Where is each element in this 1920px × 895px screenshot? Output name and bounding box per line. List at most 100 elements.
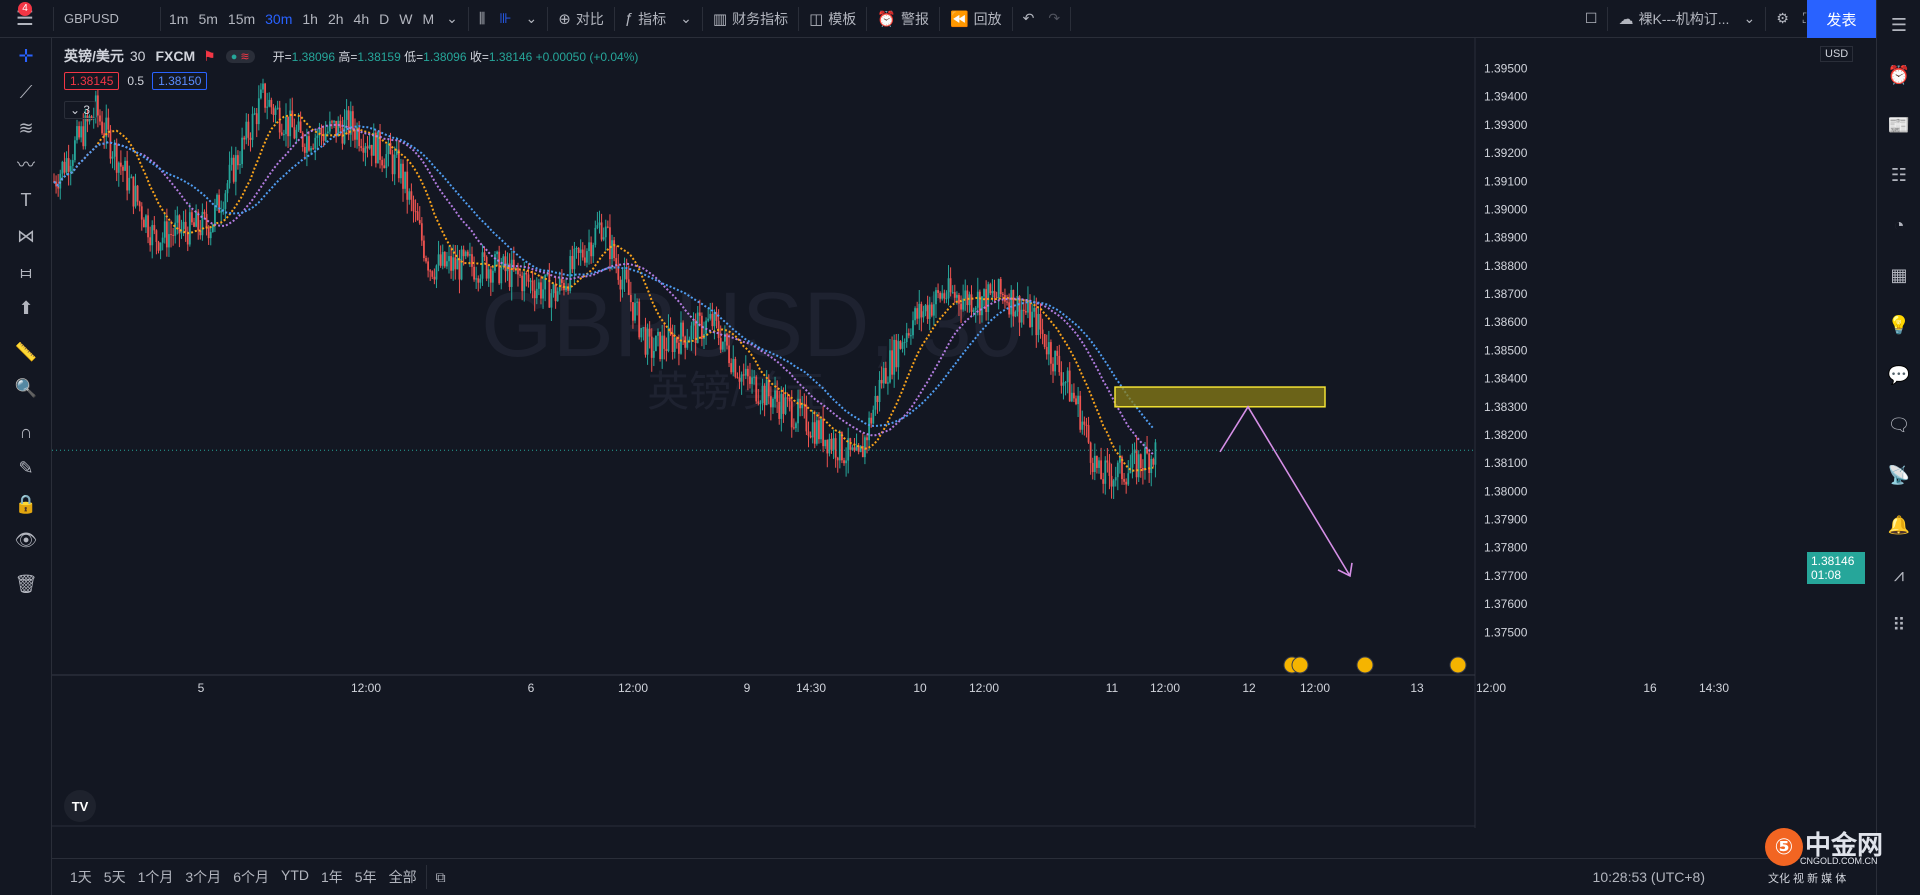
fib-icon[interactable]: ≋	[0, 110, 52, 146]
undo-icon[interactable]: ↶	[1016, 0, 1042, 38]
candles-icon[interactable]: ⊪	[492, 0, 518, 38]
chevron-down-icon[interactable]: ⌄	[439, 0, 465, 38]
chat-rooms-icon[interactable]: 🗨	[1877, 400, 1920, 450]
gbp-event-icon[interactable]	[1356, 656, 1374, 674]
candle-body	[272, 107, 275, 115]
chat-icon[interactable]: 💬	[1877, 350, 1920, 400]
replay-label: 回放	[973, 10, 1002, 27]
range-8[interactable]: 全部	[383, 867, 423, 887]
zoom-icon[interactable]: 🔍	[0, 370, 52, 406]
low-value: 1.38096	[423, 49, 467, 64]
financials-button[interactable]: ▥ 财务指标	[706, 0, 795, 38]
interval-1m[interactable]: 1m	[164, 0, 193, 38]
indicators-toggle[interactable]: ⌄ 3	[64, 101, 97, 119]
date-range-icon[interactable]: ⧉	[430, 869, 452, 886]
magnet-icon[interactable]: ∩	[0, 414, 52, 450]
menu-icon[interactable]: ☰ 4	[0, 0, 50, 38]
usd-event-icon[interactable]	[1449, 656, 1467, 674]
alarm-icon: ⏰	[877, 10, 896, 28]
interval-W[interactable]: W	[394, 0, 417, 38]
alert-button[interactable]: ⏰ 警报	[870, 0, 936, 38]
indicators-button[interactable]: ƒ 指标	[618, 0, 673, 38]
range-3[interactable]: 3个月	[179, 867, 227, 887]
usd-event-icon[interactable]	[1291, 656, 1309, 674]
brush-icon[interactable]: 〰	[0, 146, 52, 182]
range-1[interactable]: 5天	[98, 867, 132, 887]
list-icon[interactable]: ☷	[1877, 150, 1920, 200]
candle-body	[523, 272, 526, 292]
chevron-down-icon[interactable]: ⌄	[673, 0, 699, 38]
prediction-icon[interactable]: ⧦	[0, 254, 52, 290]
range-4[interactable]: 6个月	[227, 867, 275, 887]
candle-body	[446, 261, 448, 267]
pattern-icon[interactable]: ⋈	[0, 218, 52, 254]
interval-1h[interactable]: 1h	[297, 0, 323, 38]
candle-body	[665, 348, 668, 351]
news-icon[interactable]: 📰	[1877, 100, 1920, 150]
arrow-up-icon[interactable]: ⬆	[0, 290, 52, 326]
range-0[interactable]: 1天	[64, 867, 98, 887]
interval-2h[interactable]: 2h	[323, 0, 349, 38]
interval-M[interactable]: M	[417, 0, 439, 38]
templates-button[interactable]: ◫ 模板	[802, 0, 863, 38]
alarm-clock-icon[interactable]: ⏰	[1877, 50, 1920, 100]
interval-15m[interactable]: 15m	[223, 0, 260, 38]
clock[interactable]: 10:28:53 (UTC+8)	[1587, 869, 1711, 885]
gear-icon[interactable]: ⚙	[1769, 0, 1796, 38]
symbol-search[interactable]: GBPUSD	[57, 0, 157, 38]
replay-button[interactable]: ⏪ 回放	[943, 0, 1009, 38]
compare-button[interactable]: ⊕ 对比	[551, 0, 611, 38]
candle-body	[815, 420, 818, 444]
interval-D[interactable]: D	[374, 0, 394, 38]
market-status-icon[interactable]: ● ≋	[225, 49, 255, 63]
calendar-icon[interactable]: ▦	[1877, 250, 1920, 300]
watchlist-icon[interactable]: ☰	[1877, 0, 1920, 50]
pie-icon[interactable]: ◔	[1877, 200, 1920, 250]
chevron-down-icon[interactable]: ⌄	[519, 0, 545, 38]
chevron-down-icon[interactable]: ⌄	[1736, 0, 1762, 38]
candle-body	[498, 251, 501, 284]
current-price: 1.38146	[1811, 554, 1855, 568]
crosshair-icon[interactable]: ✛	[0, 38, 52, 74]
layout-name[interactable]: ☁ 裸K---机构订...	[1611, 0, 1736, 38]
projection-arrow[interactable]	[1219, 405, 1351, 577]
layout-square-icon[interactable]: ☐	[1578, 0, 1605, 38]
currency-selector[interactable]: USD	[1820, 46, 1854, 62]
tradingview-logo-icon[interactable]: TV	[64, 790, 96, 822]
candle-body	[1089, 442, 1092, 463]
candle-body	[1100, 460, 1102, 480]
candle-body	[805, 404, 808, 432]
range-6[interactable]: 1年	[315, 867, 349, 887]
candle-body	[945, 298, 948, 300]
buy-price[interactable]: 1.38150	[152, 72, 208, 90]
resistance-zone[interactable]	[1114, 386, 1326, 408]
ruler-icon[interactable]: 📏	[0, 334, 52, 370]
interval-5m[interactable]: 5m	[193, 0, 222, 38]
symbol-title[interactable]: 英镑/美元	[64, 46, 124, 66]
sell-price[interactable]: 1.38145	[64, 72, 120, 90]
bar-style-icon[interactable]: ⫼	[472, 0, 492, 38]
redo-icon[interactable]: ↷	[1041, 0, 1067, 38]
text-icon[interactable]: T	[0, 182, 52, 218]
candle-body	[1085, 424, 1088, 426]
bell-icon[interactable]: 🔔	[1877, 500, 1920, 550]
trend-line-icon[interactable]: ⟋	[0, 74, 52, 110]
interval-30m[interactable]: 30m	[260, 0, 297, 38]
broadcast-icon[interactable]: 📡	[1877, 450, 1920, 500]
pencil-lock-icon[interactable]: ✎	[0, 450, 52, 486]
lock-icon[interactable]: 🔒	[0, 486, 52, 522]
candle-body	[151, 225, 154, 246]
dom-icon[interactable]: ⠿	[1877, 600, 1920, 650]
range-7[interactable]: 5年	[349, 867, 383, 887]
trash-icon[interactable]: 🗑	[0, 566, 52, 602]
candle-body	[918, 303, 921, 319]
idea-icon[interactable]: 💡	[1877, 300, 1920, 350]
trade-icon[interactable]: ⩘	[1877, 550, 1920, 600]
range-5[interactable]: YTD	[275, 867, 315, 887]
interval-4h[interactable]: 4h	[349, 0, 375, 38]
price-chart[interactable]: GBPUSD, 30英镑/美元1.395001.394001.393001.39…	[52, 38, 1807, 828]
candle-body	[531, 280, 534, 291]
range-2[interactable]: 1个月	[132, 867, 180, 887]
publish-button[interactable]: 发表	[1807, 0, 1876, 38]
eye-icon[interactable]: 👁	[0, 522, 52, 558]
